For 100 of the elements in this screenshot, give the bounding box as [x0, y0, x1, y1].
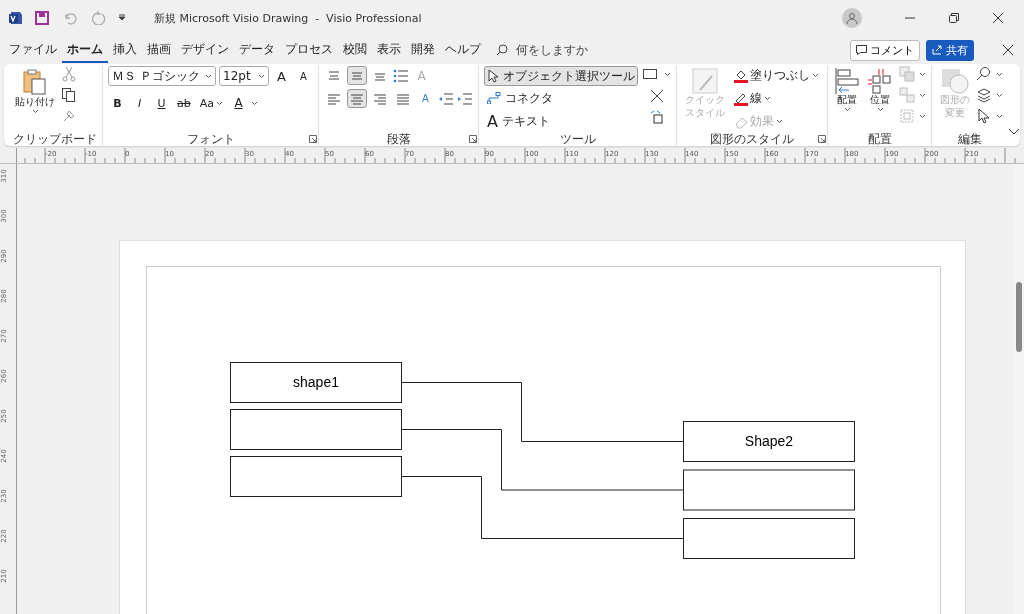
font-style-button[interactable]: U	[152, 93, 171, 113]
font-style-button[interactable]: Aa	[196, 93, 226, 113]
dialog-launcher-icon[interactable]	[469, 135, 477, 143]
rectangle-shape[interactable]: shape1	[230, 362, 402, 403]
rectangle-shape[interactable]: Shape2	[683, 421, 855, 462]
tool-button[interactable]: A テキスト	[484, 110, 553, 132]
search-field[interactable]: 何をしますか	[496, 41, 588, 59]
text-direction-button[interactable]: A	[416, 89, 435, 108]
speech-bubble-icon	[856, 45, 867, 55]
font-select[interactable]: ＭＳ Ｐゴシック	[108, 66, 216, 86]
layers-icon	[976, 87, 992, 103]
scrollbar-thumb[interactable]	[1016, 282, 1022, 352]
ribbon-tab[interactable]: ファイル	[4, 37, 62, 63]
avatar-icon[interactable]	[842, 8, 862, 28]
caret-icon	[996, 71, 1003, 77]
align-right-icon	[373, 92, 387, 105]
grow-font-button[interactable]: A	[272, 66, 291, 86]
caret-icon	[251, 100, 258, 106]
dialog-launcher-icon[interactable]	[309, 135, 317, 143]
group-icon	[899, 108, 915, 124]
font-style-button[interactable]: B	[108, 93, 127, 113]
font-color-button[interactable]: A	[229, 92, 248, 114]
align-center-icon	[350, 92, 364, 105]
ribbon-tab[interactable]: ヘルプ	[440, 37, 486, 63]
copy-icon	[61, 87, 77, 103]
line-icon	[648, 88, 665, 104]
paint-bucket-icon	[734, 68, 748, 83]
save-icon[interactable]	[32, 8, 52, 28]
caret-icon	[31, 108, 39, 114]
position-icon	[867, 68, 893, 94]
connector-icon	[487, 92, 501, 104]
increase-indent-icon	[457, 90, 473, 107]
bullets-icon	[393, 67, 409, 84]
caret-icon	[843, 106, 851, 112]
connector-line[interactable]	[401, 382, 684, 442]
ribbon-tab[interactable]: デザイン	[176, 37, 234, 63]
crop-icon	[648, 110, 665, 126]
group-label: 段落	[385, 132, 412, 146]
paintbrush-icon	[61, 108, 77, 124]
position-button[interactable]: 位置	[865, 66, 895, 132]
caret-icon	[258, 73, 265, 79]
align-shapes-icon	[835, 68, 859, 94]
clipboard-icon	[22, 68, 48, 96]
search-icon	[976, 66, 992, 82]
ribbon-tab[interactable]: プロセス	[280, 37, 338, 63]
pointer-icon	[487, 69, 499, 83]
caret-icon	[996, 92, 1003, 98]
ribbon-tab[interactable]: 描画	[142, 37, 176, 63]
justify-icon	[396, 92, 410, 105]
rectangle-shape[interactable]	[683, 518, 855, 559]
ribbon-tab[interactable]: 挿入	[108, 37, 142, 63]
caret-icon	[919, 71, 926, 77]
group-label: フォント	[185, 132, 236, 146]
rectangle-shape[interactable]	[230, 456, 402, 497]
tool-button[interactable]: オブジェクト選択ツール	[484, 66, 638, 86]
share-icon	[932, 45, 943, 55]
search-icon	[496, 44, 508, 56]
group-label: ツール	[558, 132, 597, 146]
paste-button[interactable]: 貼り付け	[13, 66, 57, 132]
ribbon-tab[interactable]: ホーム	[62, 37, 108, 63]
shrink-font-button[interactable]: A	[294, 66, 313, 86]
pointer-icon	[976, 108, 992, 124]
caret-icon	[205, 73, 212, 79]
connector-line[interactable]	[401, 429, 684, 491]
dialog-launcher-icon[interactable]	[818, 135, 826, 143]
share-button[interactable]: 共有	[926, 39, 974, 61]
pen-icon	[734, 91, 748, 106]
caret-icon	[919, 113, 926, 119]
bring-forward-icon	[899, 66, 915, 82]
ribbon-tab[interactable]: 開発	[406, 37, 440, 63]
shape-style-button[interactable]: 線	[731, 89, 774, 108]
group-label: 編集	[957, 132, 983, 146]
decrease-indent-icon	[438, 90, 454, 107]
shape-style-button[interactable]: 塗りつぶし	[731, 66, 822, 85]
caret-icon	[664, 71, 671, 77]
group-label: 図形のスタイル	[709, 132, 795, 146]
caret-icon	[764, 96, 771, 101]
caret-icon	[996, 113, 1003, 119]
font-style-button[interactable]: ab	[174, 93, 194, 113]
ribbon-tab[interactable]: 校閲	[338, 37, 372, 63]
ribbon-tab[interactable]: データ	[234, 37, 280, 63]
scissors-icon	[61, 66, 77, 82]
caret-icon	[919, 92, 926, 98]
comment-button[interactable]: コメント	[850, 39, 920, 61]
caret-icon	[812, 73, 819, 78]
app-logo-icon	[8, 10, 24, 26]
rectangle-shape[interactable]	[230, 409, 402, 450]
font-style-button[interactable]: I	[130, 93, 149, 113]
group-label: クリップボード	[13, 132, 97, 146]
square-circle-icon	[940, 68, 969, 94]
font-size-select[interactable]: 12pt	[219, 66, 269, 86]
caret-icon	[876, 106, 884, 112]
ribbon-tab[interactable]: 表示	[372, 37, 406, 63]
caret-icon	[776, 119, 783, 124]
send-backward-icon	[899, 87, 915, 103]
window-title: 新規 Microsoft Visio Drawing - Visio Professional	[154, 10, 422, 26]
align-button[interactable]: 配置	[833, 66, 861, 132]
tool-button[interactable]: コネクタ	[484, 88, 556, 108]
connector-line[interactable]	[401, 476, 684, 539]
caret-icon	[216, 100, 223, 106]
